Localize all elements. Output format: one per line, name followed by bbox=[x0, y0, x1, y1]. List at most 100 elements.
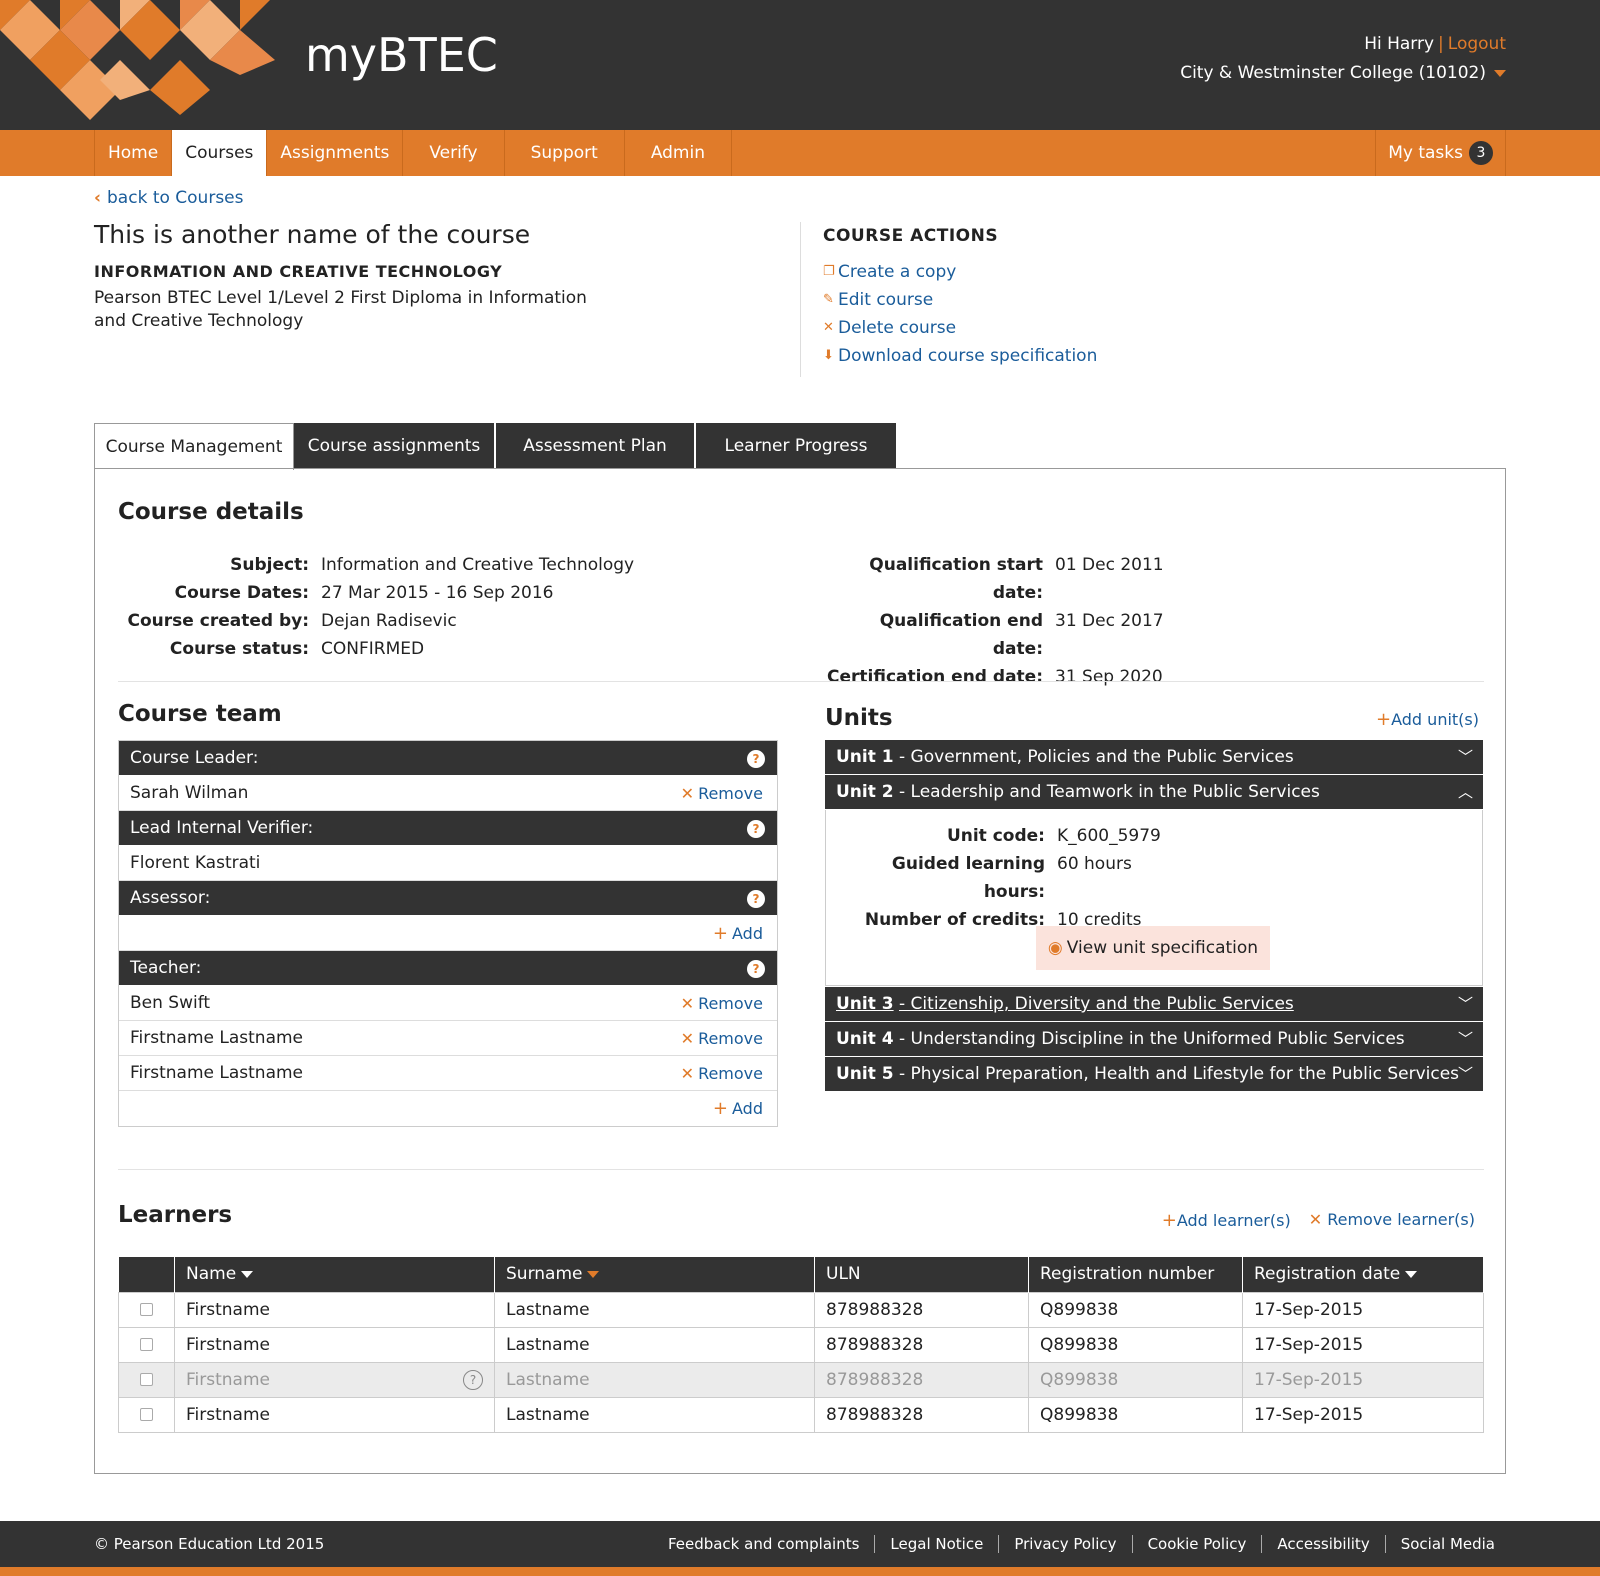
row-checkbox[interactable] bbox=[140, 1303, 153, 1316]
nav-support[interactable]: Support bbox=[505, 130, 625, 176]
lead-verifier-header: Lead Internal Verifier:? bbox=[119, 811, 777, 846]
edit-course-link[interactable]: ✎ Edit course bbox=[823, 286, 1097, 314]
learners-heading: Learners bbox=[118, 1202, 233, 1228]
team-add-row: + Add bbox=[119, 1091, 777, 1126]
select-cell bbox=[118, 1396, 175, 1433]
surname-column-header[interactable]: Surname bbox=[494, 1257, 815, 1292]
divider bbox=[118, 1169, 1484, 1170]
name-cell: Firstname bbox=[174, 1396, 495, 1433]
add-teacher-button[interactable]: + Add bbox=[713, 1091, 763, 1126]
nav-assignments[interactable]: Assignments bbox=[267, 130, 404, 176]
tab-learner-progress[interactable]: Learner Progress bbox=[696, 423, 896, 469]
detail-value: 01 Dec 2011 bbox=[1055, 555, 1164, 575]
nav-home[interactable]: Home bbox=[94, 130, 173, 176]
reg-date-cell: 17-Sep-2015 bbox=[1242, 1291, 1484, 1328]
help-icon[interactable]: ? bbox=[747, 960, 765, 978]
close-icon: ✕ bbox=[680, 994, 695, 1013]
reg-number-cell: Q899838 bbox=[1028, 1396, 1243, 1433]
row-checkbox[interactable] bbox=[140, 1373, 153, 1386]
remove-learners-label: Remove learner(s) bbox=[1327, 1210, 1475, 1229]
name-column-header[interactable]: Name bbox=[174, 1257, 495, 1292]
unit-number: Unit 3 bbox=[836, 994, 894, 1014]
teacher-name: Ben Swift bbox=[130, 993, 211, 1013]
tab-assessment-plan[interactable]: Assessment Plan bbox=[496, 423, 696, 469]
nav-admin[interactable]: Admin bbox=[625, 130, 732, 176]
delete-course-link[interactable]: ✕ Delete course bbox=[823, 314, 1097, 342]
units-heading: Units bbox=[825, 705, 893, 731]
site-footer: © Pearson Education Ltd 2015 Feedback an… bbox=[0, 1521, 1600, 1567]
table-row: Firstname Lastname 878988328 Q899838 17-… bbox=[118, 1326, 1484, 1363]
unit-5-header[interactable]: Unit 5 - Physical Preparation, Health an… bbox=[825, 1057, 1483, 1091]
name-cell: Firstname bbox=[174, 1291, 495, 1328]
course-actions-heading: COURSE ACTIONS bbox=[823, 226, 999, 246]
uln-cell: 878988328 bbox=[814, 1291, 1029, 1328]
unit-2-header[interactable]: Unit 2 - Leadership and Teamwork in the … bbox=[825, 775, 1483, 809]
brand-title[interactable]: myBTEC bbox=[305, 28, 498, 82]
add-learners-link[interactable]: +Add learner(s) bbox=[1162, 1210, 1291, 1231]
credits-label: Number of credits: bbox=[864, 910, 1045, 930]
remove-button[interactable]: ✕ Remove bbox=[681, 1056, 763, 1091]
help-icon[interactable]: ? bbox=[747, 890, 765, 908]
table-row: Firstname? Lastname 878988328 Q899838 17… bbox=[118, 1361, 1484, 1398]
back-to-courses-link[interactable]: ‹ back to Courses bbox=[94, 188, 244, 208]
row-checkbox[interactable] bbox=[140, 1338, 153, 1351]
uln-cell: 878988328 bbox=[814, 1361, 1029, 1398]
footer-link-legal[interactable]: Legal Notice bbox=[874, 1535, 998, 1553]
footer-link-feedback[interactable]: Feedback and complaints bbox=[653, 1535, 874, 1553]
tab-course-management[interactable]: Course Management bbox=[94, 423, 294, 470]
remove-label: Remove bbox=[698, 1064, 763, 1083]
remove-button[interactable]: ✕ Remove bbox=[681, 776, 763, 811]
logout-link[interactable]: Logout bbox=[1448, 34, 1506, 54]
unit-4-header[interactable]: Unit 4 - Understanding Discipline in the… bbox=[825, 1022, 1483, 1056]
sort-down-icon bbox=[241, 1270, 254, 1278]
teacher-label: Teacher: bbox=[130, 958, 202, 978]
unit-title: - Leadership and Teamwork in the Public … bbox=[899, 782, 1320, 802]
course-team-heading: Course team bbox=[118, 701, 282, 727]
help-icon[interactable]: ? bbox=[747, 820, 765, 838]
detail-value: Dejan Radisevic bbox=[321, 611, 457, 631]
unit-1-header[interactable]: Unit 1 - Government, Policies and the Pu… bbox=[825, 740, 1483, 774]
help-icon[interactable]: ? bbox=[463, 1369, 483, 1390]
course-leader-header: Course Leader:? bbox=[119, 741, 777, 776]
unit-title: - Physical Preparation, Health and Lifes… bbox=[899, 1064, 1460, 1084]
unit-3-header[interactable]: Unit 3 - Citizenship, Diversity and the … bbox=[825, 987, 1483, 1021]
download-spec-link[interactable]: ⬇ Download course specification bbox=[823, 342, 1097, 370]
footer-link-cookie[interactable]: Cookie Policy bbox=[1131, 1535, 1262, 1553]
tab-course-assignments[interactable]: Course assignments bbox=[294, 423, 496, 469]
add-units-link[interactable]: +Add unit(s) bbox=[1376, 709, 1479, 730]
detail-value: 27 Mar 2015 - 16 Sep 2016 bbox=[321, 583, 554, 603]
detail-label: Certification end date: bbox=[827, 667, 1043, 687]
chevron-down-icon: ﹀ bbox=[1457, 1065, 1473, 1083]
remove-button[interactable]: ✕ Remove bbox=[681, 986, 763, 1021]
footer-link-accessibility[interactable]: Accessibility bbox=[1261, 1535, 1384, 1553]
create-copy-link[interactable]: ❐ Create a copy bbox=[823, 258, 1097, 286]
detail-label: Qualification end date: bbox=[879, 611, 1043, 659]
uln-column-header: ULN bbox=[814, 1257, 1029, 1292]
select-column-header bbox=[118, 1257, 175, 1292]
college-selector[interactable]: City & Westminster College (10102) bbox=[1180, 59, 1506, 88]
user-box: Hi Harry | Logout City & Westminster Colle… bbox=[1180, 30, 1506, 88]
unit-title: - Citizenship, Diversity and the Public … bbox=[899, 994, 1294, 1014]
table-header-row: Name Surname ULN Registration number Reg… bbox=[118, 1257, 1484, 1292]
uln-cell: 878988328 bbox=[814, 1326, 1029, 1363]
course-actions: COURSE ACTIONS ❐ Create a copy ✎ Edit cour… bbox=[823, 226, 1097, 370]
help-icon[interactable]: ? bbox=[747, 750, 765, 768]
my-tasks-button[interactable]: My tasks 3 bbox=[1375, 130, 1506, 176]
unit-number: Unit 2 bbox=[836, 782, 894, 802]
assessor-label: Assessor: bbox=[130, 888, 211, 908]
remove-learners-link[interactable]: ✕ Remove learner(s) bbox=[1309, 1210, 1475, 1231]
uln-cell: 878988328 bbox=[814, 1396, 1029, 1433]
footer-link-privacy[interactable]: Privacy Policy bbox=[998, 1535, 1131, 1553]
reg-date-column-header[interactable]: Registration date bbox=[1242, 1257, 1484, 1292]
remove-button[interactable]: ✕ Remove bbox=[681, 1021, 763, 1056]
footer-link-social[interactable]: Social Media bbox=[1384, 1535, 1510, 1553]
nav-courses[interactable]: Courses bbox=[172, 130, 268, 176]
row-checkbox[interactable] bbox=[140, 1408, 153, 1421]
create-copy-label: Create a copy bbox=[838, 262, 957, 282]
footer-accent-bar bbox=[0, 1567, 1600, 1576]
nav-verify[interactable]: Verify bbox=[403, 130, 505, 176]
view-unit-spec-button[interactable]: ◉ View unit specification bbox=[1036, 926, 1270, 970]
add-assessor-button[interactable]: + Add bbox=[713, 916, 763, 951]
reg-number-cell: Q899838 bbox=[1028, 1326, 1243, 1363]
detail-label: Course created by: bbox=[127, 611, 309, 631]
